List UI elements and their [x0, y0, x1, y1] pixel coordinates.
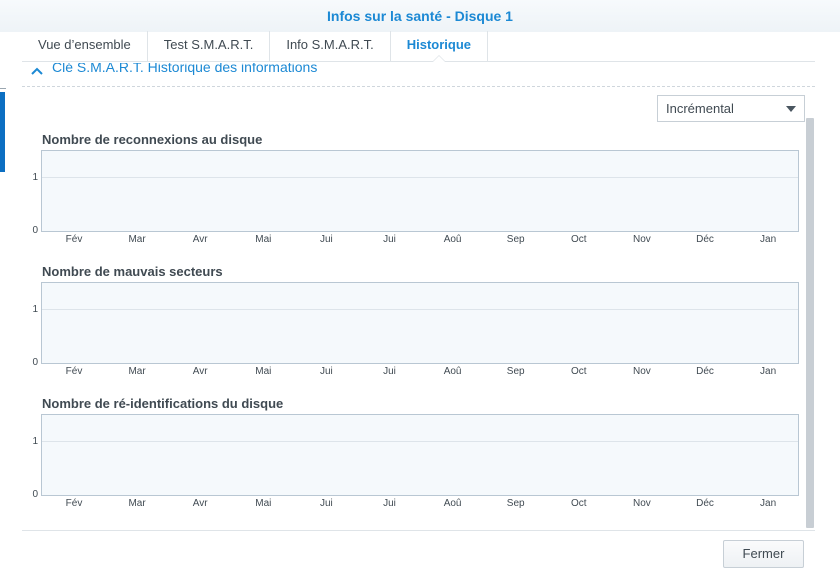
chart-plot-area: [41, 150, 799, 232]
chart-plot-area: [41, 282, 799, 364]
x-tick-label: Sep: [506, 234, 525, 245]
section-divider: [22, 86, 815, 87]
x-tick-label: Jui: [319, 498, 333, 509]
x-tick-label: Sep: [506, 498, 525, 509]
x-tick-label: Oct: [571, 498, 587, 509]
titlebar[interactable]: Infos sur la santé - Disque 1: [0, 0, 840, 32]
tab-smart-info[interactable]: Info S.M.A.R.T.: [270, 31, 391, 61]
chart-gridline: [42, 177, 798, 178]
x-tick-label: Mar: [128, 234, 146, 245]
y-tick-label: 1: [32, 172, 38, 183]
health-info-window: Infos sur la santé - Disque 1 Vue d’ense…: [0, 0, 840, 574]
x-tick-label: Avr: [192, 498, 208, 509]
y-tick-label: 0: [32, 357, 38, 368]
y-tick-label: 1: [32, 436, 38, 447]
tab-history[interactable]: Historique: [391, 31, 489, 62]
y-tick-label: 0: [32, 225, 38, 236]
tab-label: Test S.M.A.R.T.: [163, 37, 254, 52]
chart-title: Nombre de ré-identifications du disque: [42, 396, 284, 411]
x-tick-label: Jui: [383, 366, 396, 377]
section-header[interactable]: Clé S.M.A.R.T. Historique des informatio…: [30, 63, 317, 83]
chart-title: Nombre de reconnexions au disque: [42, 132, 263, 147]
background-divider: [0, 88, 6, 89]
x-tick-label: Jui: [319, 366, 333, 377]
footer-divider: [22, 530, 815, 531]
x-tick-label: Mar: [128, 366, 146, 377]
caret-down-icon: [786, 106, 796, 112]
chart-plot-area: [41, 414, 799, 496]
x-tick-label: Jan: [760, 366, 777, 377]
mode-select[interactable]: Incrémental: [657, 95, 805, 122]
tab-smart-test[interactable]: Test S.M.A.R.T.: [148, 31, 271, 61]
x-tick-label: Mai: [255, 498, 272, 509]
x-tick-label: Mai: [255, 234, 272, 245]
x-tick-label: Déc: [696, 366, 714, 377]
x-tick-label: Fév: [65, 234, 83, 245]
x-tick-label: Jan: [760, 498, 777, 509]
x-tick-label: Fév: [65, 498, 83, 509]
chart-gridline: [42, 309, 798, 310]
x-tick-label: Jui: [319, 234, 333, 245]
x-tick-label: Sep: [506, 366, 525, 377]
x-tick-label: Jan: [760, 234, 777, 245]
x-tick-label: Avr: [192, 234, 208, 245]
x-tick-label: Déc: [696, 498, 714, 509]
tab-bar: Vue d’ensemble Test S.M.A.R.T. Info S.M.…: [22, 31, 815, 62]
mode-select-value: Incrémental: [666, 101, 734, 116]
x-tick-label: Aoû: [443, 366, 462, 377]
y-tick-label: 1: [32, 304, 38, 315]
x-tick-label: Déc: [696, 234, 714, 245]
background-accent-strip: [0, 92, 5, 172]
tab-label: Historique: [406, 37, 472, 52]
close-button[interactable]: Fermer: [723, 540, 804, 568]
x-tick-label: Mai: [255, 366, 272, 377]
chart-title: Nombre de mauvais secteurs: [42, 264, 223, 279]
section-header-label: Clé S.M.A.R.T. Historique des informatio…: [52, 63, 318, 75]
chart-gridline: [42, 441, 798, 442]
x-tick-label: Avr: [192, 366, 208, 377]
x-tick-label: Oct: [571, 234, 587, 245]
y-tick-label: 0: [32, 489, 38, 500]
x-tick-label: Jui: [383, 498, 396, 509]
tab-overview[interactable]: Vue d’ensemble: [22, 31, 148, 61]
chevron-up-icon[interactable]: [30, 64, 46, 79]
x-tick-label: Aoû: [443, 498, 462, 509]
x-tick-label: Aoû: [443, 234, 462, 245]
scrollbar[interactable]: [806, 118, 814, 528]
window-title: Infos sur la santé - Disque 1: [327, 8, 513, 24]
x-tick-label: Jui: [383, 234, 396, 245]
x-tick-label: Nov: [632, 366, 651, 377]
x-tick-label: Oct: [571, 366, 587, 377]
x-tick-label: Mar: [128, 498, 146, 509]
x-tick-label: Nov: [632, 498, 651, 509]
x-tick-label: Nov: [632, 234, 651, 245]
tab-label: Vue d’ensemble: [38, 37, 131, 52]
tab-label: Info S.M.A.R.T.: [286, 37, 374, 52]
x-tick-label: Fév: [65, 366, 83, 377]
